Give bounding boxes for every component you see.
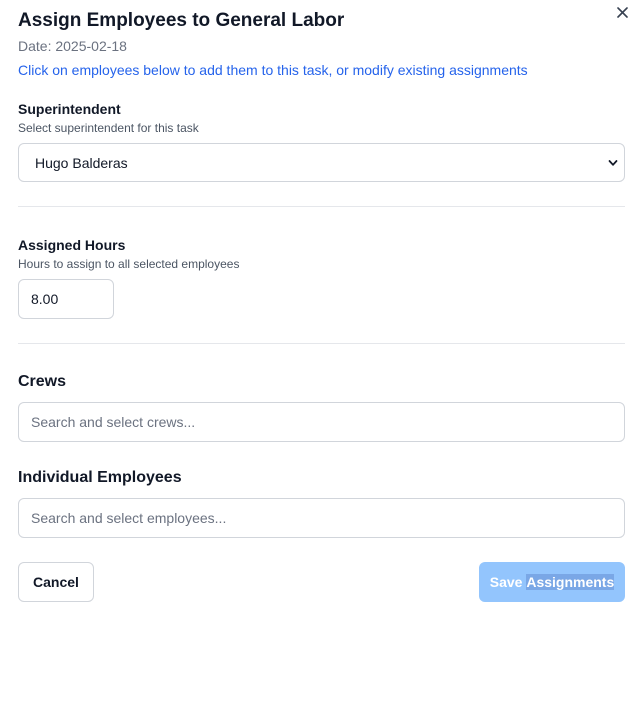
modal-footer: Cancel Save Assignments bbox=[18, 562, 625, 602]
save-label-selected-text: Assignments bbox=[526, 574, 615, 590]
superintendent-section: Superintendent Select superintendent for… bbox=[18, 100, 625, 182]
hours-section: Assigned Hours Hours to assign to all se… bbox=[18, 236, 625, 319]
hours-help: Hours to assign to all selected employee… bbox=[18, 257, 240, 271]
close-button[interactable] bbox=[612, 2, 632, 22]
employees-search-input[interactable]: Search and select employees... bbox=[18, 498, 625, 538]
superintendent-label: Superintendent bbox=[18, 101, 121, 117]
superintendent-select[interactable]: Hugo Balderas bbox=[18, 143, 625, 182]
assign-employees-modal: Assign Employees to General Labor Date: … bbox=[0, 0, 642, 716]
employees-section: Individual Employees Search and select e… bbox=[18, 468, 625, 538]
crews-search-input[interactable]: Search and select crews... bbox=[18, 402, 625, 442]
hours-input[interactable]: 8.00 bbox=[18, 279, 114, 319]
modal-title: Assign Employees to General Labor bbox=[18, 10, 345, 31]
crews-section: Crews Search and select crews... bbox=[18, 372, 625, 442]
save-label-prefix: Save bbox=[489, 574, 527, 590]
task-date: Date: 2025-02-18 bbox=[18, 38, 127, 54]
close-icon bbox=[616, 6, 628, 18]
instruction-text: Click on employees below to add them to … bbox=[18, 62, 528, 78]
crews-title: Crews bbox=[18, 373, 67, 390]
section-divider bbox=[18, 206, 625, 207]
cancel-button[interactable]: Cancel bbox=[18, 562, 94, 602]
employees-title: Individual Employees bbox=[18, 469, 182, 486]
superintendent-selected-value: Hugo Balderas bbox=[35, 154, 128, 171]
hours-label: Assigned Hours bbox=[18, 237, 126, 253]
save-assignments-button[interactable]: Save Assignments bbox=[479, 562, 625, 602]
superintendent-help: Select superintendent for this task bbox=[18, 121, 199, 135]
chevron-down-icon bbox=[608, 159, 618, 166]
